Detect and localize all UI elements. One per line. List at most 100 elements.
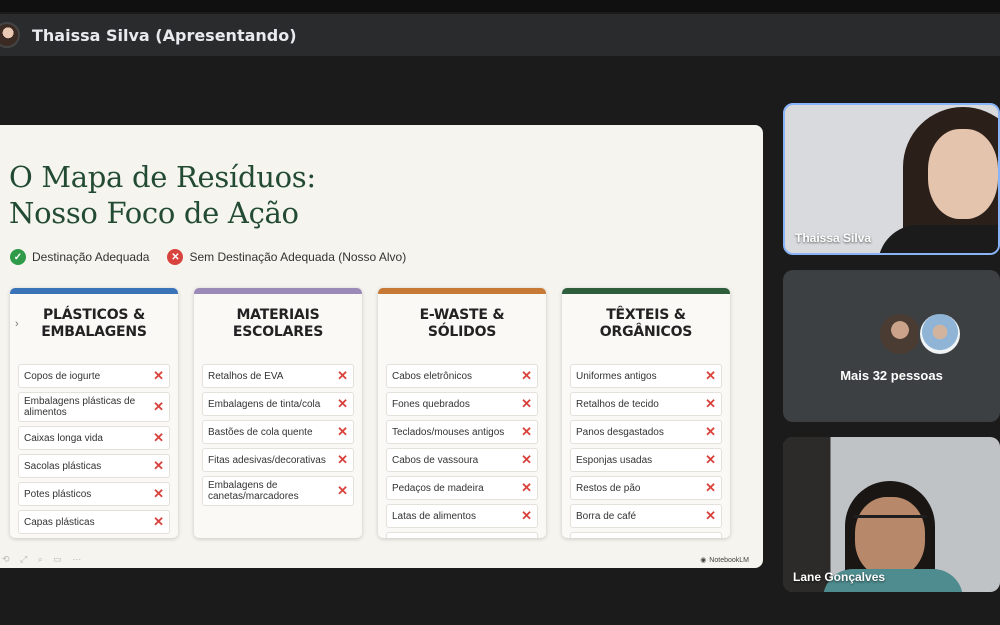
- card-accent-bar: [194, 288, 362, 294]
- category-card: › PLÁSTICOS & EMBALAGENS Copos de iogurte ✕ E…: [10, 288, 178, 538]
- list-item-label: Esponjas usadas: [576, 454, 653, 466]
- card-title: TÊXTEIS & ORGÂNICOS: [562, 307, 730, 347]
- presenter-name: Thaissa Silva (Apresentando): [32, 25, 297, 45]
- card-item-list: Copos de iogurte ✕ Embalagens plásticas de…: [18, 364, 170, 538]
- list-item-label: Latas de alimentos: [392, 510, 476, 522]
- legend-good: ✓ Destinação Adequada: [10, 249, 149, 265]
- x-mark-icon: ✕: [705, 396, 716, 411]
- list-item: Copos de iogurte ✕: [18, 364, 170, 388]
- slide-title-line2: Nosso Foco de Ação: [9, 196, 299, 230]
- list-item: Embalagens de tinta/cola ✕: [202, 392, 354, 416]
- x-mark-icon: ✕: [153, 458, 164, 473]
- presenter-bar: Thaissa Silva (Apresentando): [0, 14, 1000, 56]
- x-mark-icon: ✕: [521, 396, 532, 411]
- participant-tile-others[interactable]: Mais 32 pessoas: [783, 270, 1000, 422]
- list-item: Potes plásticos ✕: [18, 482, 170, 506]
- list-item: Bastões de cola quente ✕: [202, 420, 354, 444]
- list-item: Balões usados✕: [570, 532, 722, 538]
- list-item-label: Potes plásticos: [24, 488, 92, 500]
- x-mark-icon: ✕: [705, 508, 716, 523]
- slide-title: O Mapa de Resíduos: Nosso Foco de Ação: [9, 159, 316, 231]
- list-item-label: Restos de pão: [576, 482, 641, 494]
- x-mark-icon: ✕: [337, 396, 348, 411]
- card-item-list: Uniformes antigos ✕ Retalhos de tecido ✕ Pan…: [570, 364, 722, 538]
- x-mark-icon: ✕: [521, 368, 532, 383]
- x-mark-icon: ✕: [705, 536, 716, 538]
- slide-footer-text: NotebookLM: [709, 556, 749, 564]
- list-item: Embalagens de canetas/marcadores ✕: [202, 476, 354, 506]
- list-item: Potes de vidro✕: [386, 532, 538, 538]
- category-card: E-WASTE & SÓLIDOS Cabos eletrônicos ✕ Fones …: [378, 288, 546, 538]
- x-mark-icon: ✕: [705, 424, 716, 439]
- card-title: MATERIAIS ESCOLARES: [194, 307, 362, 347]
- slide-title-line1: O Mapa de Resíduos:: [9, 160, 316, 194]
- list-item-label: Panos desgastados: [576, 426, 664, 438]
- list-item-label: Embalagens de tinta/cola: [208, 398, 321, 410]
- x-mark-icon: ✕: [705, 368, 716, 383]
- slide-toolbar-ghost: ⟲ ⤢ ⌕ ▭ ⋯: [2, 554, 86, 564]
- participant-name: Thaissa Silva: [795, 231, 872, 245]
- slide-legend: ✓ Destinação Adequada ✕ Sem Destinação A…: [10, 249, 416, 265]
- card-accent-bar: [562, 288, 730, 294]
- list-item-label: Fitas adesivas/decorativas: [208, 454, 326, 466]
- card-title-line2: SÓLIDOS: [427, 324, 497, 340]
- card-accent-bar: [378, 288, 546, 294]
- avatar: [878, 312, 922, 356]
- x-mark-icon: ✕: [521, 508, 532, 523]
- list-item: Fones quebrados ✕: [386, 392, 538, 416]
- top-strip: [0, 0, 1000, 12]
- list-item: Sacolas plásticas ✕: [18, 454, 170, 478]
- card-accent-bar: [10, 288, 178, 294]
- list-item: Embalagens plásticas de alimentos ✕: [18, 392, 170, 422]
- participant-avatars: [878, 312, 962, 356]
- card-title: E-WASTE & SÓLIDOS: [378, 307, 546, 347]
- list-item: Fitas adesivas/decorativas ✕: [202, 448, 354, 472]
- x-mark-icon: ✕: [337, 483, 348, 498]
- list-item-label: Caixas longa vida: [24, 432, 103, 444]
- list-item: Teclados/mouses antigos ✕: [386, 420, 538, 444]
- list-item-label: Borra de café: [576, 510, 637, 522]
- card-title-line1: E-WASTE &: [419, 307, 505, 323]
- participant-name: Lane Gonçalves: [793, 570, 886, 584]
- x-mark-icon: ✕: [521, 424, 532, 439]
- list-item-label: Pedaços de madeira: [392, 482, 484, 494]
- card-item-list: Retalhos de EVA ✕ Embalagens de tinta/cola…: [202, 364, 354, 506]
- x-mark-icon: ✕: [705, 452, 716, 467]
- list-item-label: Fones quebrados: [392, 398, 470, 410]
- participant-tile-guest[interactable]: Lane Gonçalves: [783, 437, 1000, 592]
- list-item-label: Retalhos de tecido: [576, 398, 659, 410]
- card-item-list: Cabos eletrônicos ✕ Fones quebrados ✕ Teclad…: [386, 364, 538, 538]
- shared-slide: O Mapa de Resíduos: Nosso Foco de Ação ✓…: [0, 125, 763, 568]
- list-item-label: Embalagens plásticas de alimentos: [24, 396, 136, 418]
- check-circle-icon: ✓: [10, 249, 26, 265]
- participant-tile-presenter[interactable]: Thaissa Silva: [783, 103, 1000, 255]
- list-item-label: Retalhos de EVA: [208, 370, 284, 382]
- legend-bad-label: Sem Destinação Adequada (Nosso Alvo): [189, 250, 407, 264]
- list-item: Uniformes antigos ✕: [570, 364, 722, 388]
- card-title-line2: ESCOLARES: [232, 324, 324, 340]
- legend-good-label: Destinação Adequada: [32, 250, 150, 264]
- slide-footer: ◉ NotebookLM: [700, 556, 749, 565]
- list-item: Caixas longa vida ✕: [18, 426, 170, 450]
- card-title: PLÁSTICOS & EMBALAGENS: [10, 307, 178, 347]
- list-item: Esponjas usadas ✕: [570, 448, 722, 472]
- x-mark-icon: ✕: [337, 452, 348, 467]
- x-mark-icon: ✕: [521, 452, 532, 467]
- category-cards: › PLÁSTICOS & EMBALAGENS Copos de iogurte ✕ E…: [10, 288, 730, 538]
- chevron-right-icon: ›: [15, 318, 19, 330]
- list-item: Pedaços de madeira ✕: [386, 476, 538, 500]
- x-mark-icon: ✕: [521, 480, 532, 495]
- list-item-label: Cabos eletrônicos: [392, 370, 473, 382]
- category-card: MATERIAIS ESCOLARES Retalhos de EVA ✕ Embala…: [194, 288, 362, 538]
- list-item-label: Bastões de cola quente: [208, 426, 313, 438]
- x-mark-icon: ✕: [337, 368, 348, 383]
- list-item-label: Sacolas plásticas: [24, 460, 102, 472]
- list-item: Cabos eletrônicos ✕: [386, 364, 538, 388]
- legend-bad: ✕ Sem Destinação Adequada (Nosso Alvo): [167, 249, 406, 265]
- list-item-label: Cabos de vassoura: [392, 454, 479, 466]
- list-item: Restos de pão ✕: [570, 476, 722, 500]
- category-card: TÊXTEIS & ORGÂNICOS Uniformes antigos ✕ Reta…: [562, 288, 730, 538]
- card-title-line1: MATERIAIS: [236, 307, 320, 323]
- x-circle-icon: ✕: [167, 249, 184, 265]
- participant-video: [878, 107, 998, 253]
